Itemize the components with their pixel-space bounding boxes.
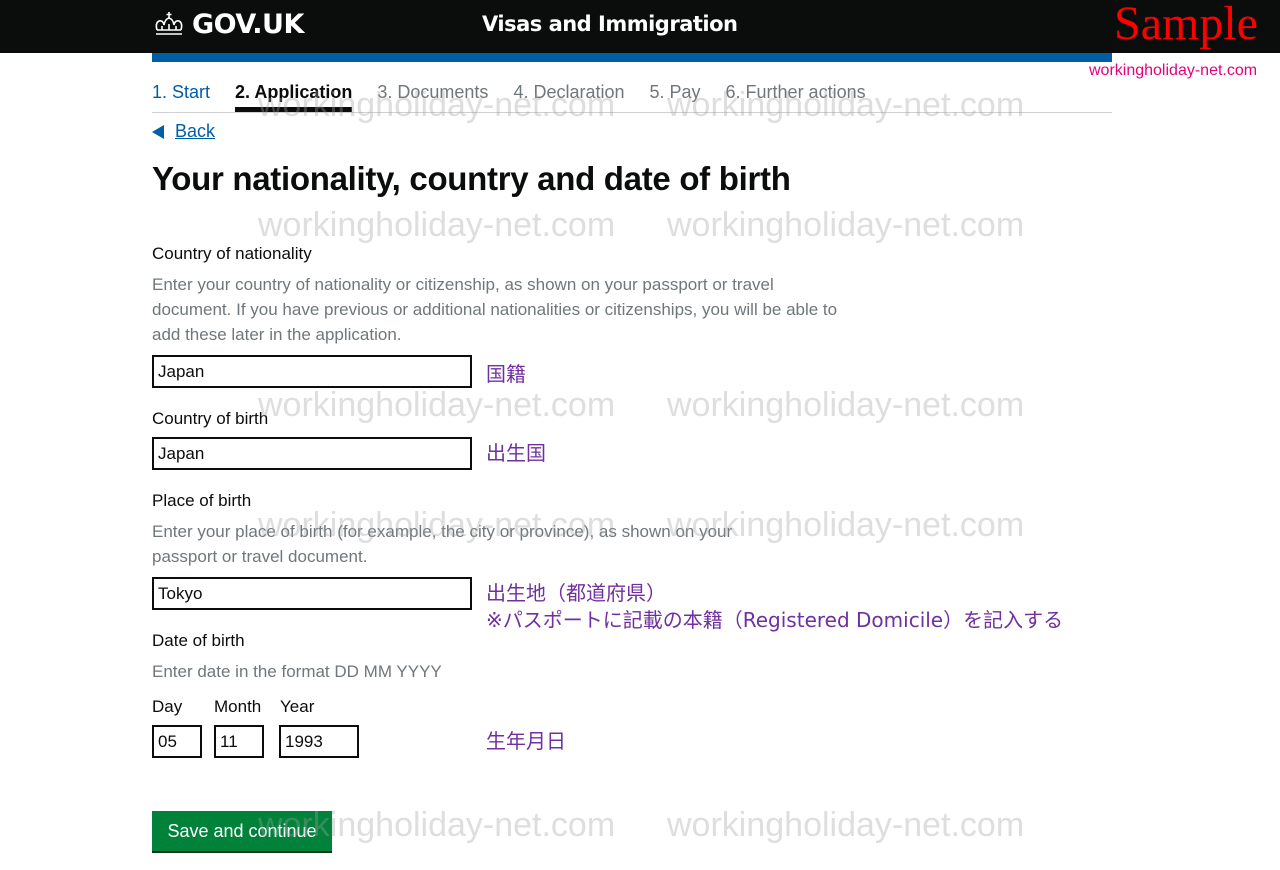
service-name[interactable]: Visas and Immigration (482, 12, 738, 36)
date-of-birth-hint: Enter date in the format DD MM YYYY (152, 662, 442, 681)
back-arrow-icon (152, 124, 164, 139)
header-blue-bar (152, 53, 1112, 62)
sample-label: Sample (1114, 0, 1258, 50)
step-application: 2. Application (235, 80, 353, 112)
country-of-birth-input[interactable] (152, 437, 472, 470)
nationality-label: Country of nationality (152, 244, 312, 263)
place-of-birth-note-1: 出生地（都道府県） (486, 581, 666, 605)
save-and-continue-button[interactable]: Save and continue (152, 811, 332, 851)
place-of-birth-note-2: ※パスポートに記載の本籍（Registered Domicile）を記入する (486, 608, 1064, 632)
watermark: workingholiday-net.com (258, 386, 616, 424)
nationality-input[interactable] (152, 355, 472, 388)
month-label: Month (214, 697, 262, 716)
step-pay: 5. Pay (649, 82, 701, 102)
step-start[interactable]: 1. Start (152, 80, 210, 112)
logo-text: GOV.UK (192, 9, 304, 40)
watermark: workingholiday-net.com (667, 386, 1025, 424)
site-mark: workingholiday-net.com (1089, 62, 1258, 79)
month-input[interactable] (214, 725, 264, 758)
date-of-birth-note: 生年月日 (486, 729, 566, 753)
country-of-birth-label: Country of birth (152, 409, 269, 428)
step-further-actions: 6. Further actions (725, 82, 866, 102)
date-of-birth-label: Date of birth (152, 631, 245, 650)
back-link[interactable]: Back (152, 121, 215, 142)
day-label: Day (152, 697, 183, 716)
step-documents: 3. Documents (377, 82, 489, 102)
progress-steps: 1. Start 2. Application 3. Documents 4. … (152, 80, 1112, 113)
place-of-birth-input[interactable] (152, 577, 472, 610)
year-input[interactable] (279, 725, 359, 758)
place-of-birth-label: Place of birth (152, 491, 252, 510)
watermark: workingholiday-net.com (667, 806, 1025, 844)
year-label: Year (280, 697, 315, 716)
step-declaration: 4. Declaration (513, 82, 625, 102)
place-of-birth-hint: Enter your place of birth (for example, … (152, 522, 733, 566)
nationality-note: 国籍 (486, 362, 526, 386)
watermark: workingholiday-net.com (667, 206, 1025, 244)
country-of-birth-note: 出生国 (486, 441, 546, 465)
site-header: GOV.UK Visas and Immigration Sample (0, 0, 1280, 53)
back-link-text[interactable]: Back (175, 121, 215, 142)
govuk-logo[interactable]: GOV.UK (152, 9, 304, 40)
page-title: Your nationality, country and date of bi… (152, 160, 791, 197)
crown-icon (155, 11, 183, 35)
nationality-hint: Enter your country of nationality or cit… (152, 275, 838, 344)
watermark: workingholiday-net.com (258, 206, 616, 244)
day-input[interactable] (152, 725, 202, 758)
